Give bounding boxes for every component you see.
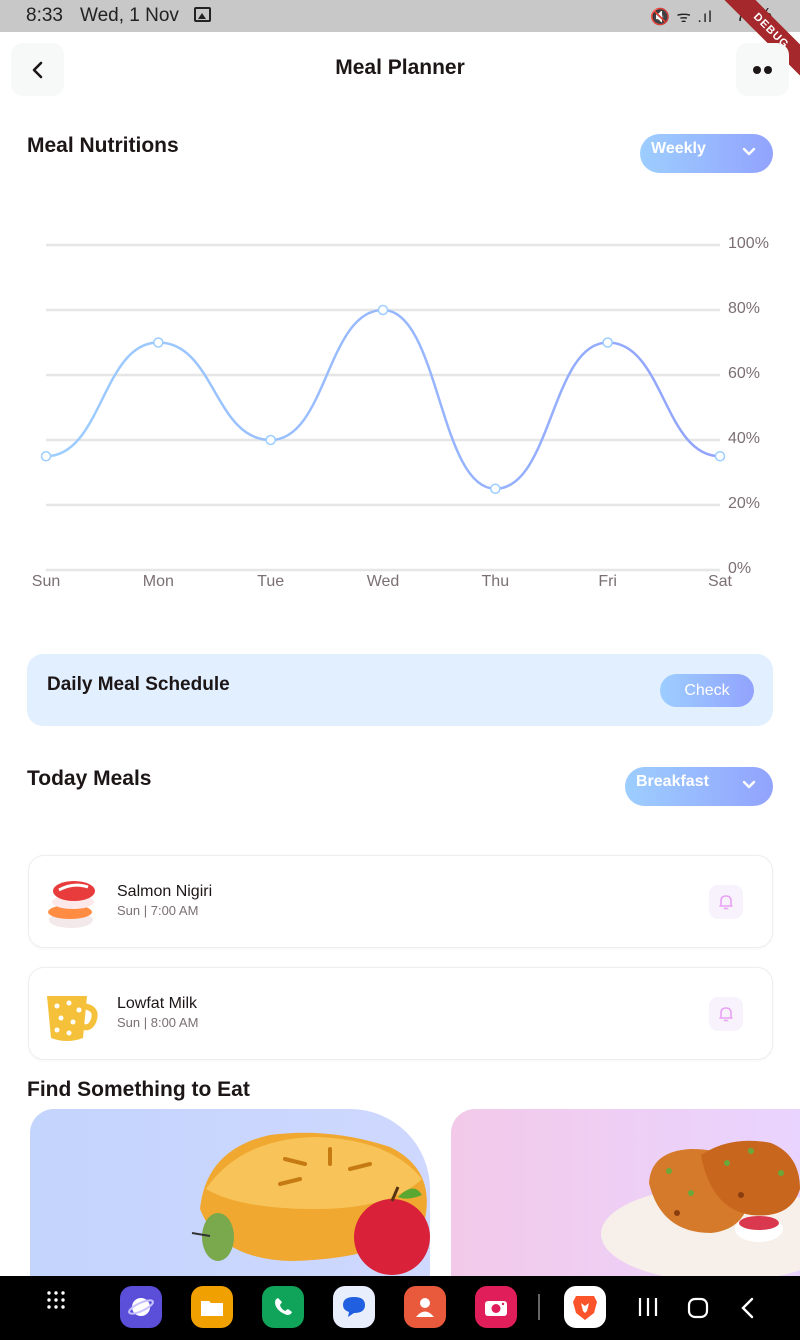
meal-time: Sun | 8:00 AM xyxy=(117,1015,199,1030)
toast-plate-image xyxy=(601,1140,800,1279)
meal-row[interactable]: Salmon Nigiri Sun | 7:00 AM xyxy=(28,855,773,948)
grid-dots-icon xyxy=(47,1291,65,1309)
notify-button[interactable] xyxy=(709,885,743,919)
chart-data-point xyxy=(602,337,613,348)
lion-shield-icon xyxy=(573,1296,597,1320)
find-title: Find Something to Eat xyxy=(27,1078,250,1101)
meal-row[interactable]: Lowfat Milk Sun | 8:00 AM xyxy=(28,967,773,1060)
chart-data-point xyxy=(40,451,52,462)
camera-icon xyxy=(485,1301,507,1316)
signal-icons: 🔇 ᯤ .ıl xyxy=(650,9,713,26)
person-icon xyxy=(416,1298,434,1317)
nutrition-title: Meal Nutritions xyxy=(27,134,179,157)
status-bar: 8:33 Wed, 1 Nov 🔇 ᯤ .ıl 79% DEBUG xyxy=(0,0,800,85)
chart-y-tick-label: 40% xyxy=(728,430,760,447)
phone-icon xyxy=(275,1298,292,1315)
system-back-button[interactable] xyxy=(738,1296,758,1326)
salmon-nigiri-image xyxy=(48,881,95,928)
meal-type-dropdown[interactable]: Breakfast xyxy=(625,767,773,806)
chevron-down-icon xyxy=(742,147,756,156)
files-app-icon[interactable] xyxy=(191,1286,233,1328)
system-navigation-bar xyxy=(0,1276,800,1340)
meal-name: Salmon Nigiri xyxy=(117,883,213,900)
schedule-title: Daily Meal Schedule xyxy=(47,674,230,695)
today-meals-title: Today Meals xyxy=(27,767,152,790)
camera-app-icon[interactable] xyxy=(475,1286,517,1328)
daily-meal-schedule-card: Daily Meal Schedule Check xyxy=(27,654,773,726)
home-icon xyxy=(687,1297,709,1319)
bell-icon xyxy=(719,1007,733,1022)
brave-browser-app-icon[interactable] xyxy=(564,1286,606,1328)
browser-app-icon[interactable] xyxy=(120,1286,162,1328)
nutrition-line-chart: 0%20%40%60%80%100%Sun Mon Tue Wed Thu Fri Sat xyxy=(32,235,769,590)
meal-time: Sun | 7:00 AM xyxy=(117,903,199,918)
messages-app-icon[interactable] xyxy=(333,1286,375,1328)
chart-data-point xyxy=(714,451,726,462)
chart-x-tick-label: Wed xyxy=(367,573,400,590)
food-category-card[interactable] xyxy=(30,1109,430,1279)
chart-y-tick-label: 20% xyxy=(728,495,760,512)
chart-data-point xyxy=(265,434,276,446)
lowfat-milk-image xyxy=(47,996,98,1041)
recent-apps-icon xyxy=(638,1298,658,1316)
planet-icon xyxy=(128,1298,154,1316)
chart-x-tick-label: Sat xyxy=(708,573,733,590)
chart-x-tick-label: Tue xyxy=(257,573,284,590)
more-options-button[interactable] xyxy=(736,43,789,96)
food-category-card[interactable] xyxy=(451,1109,800,1279)
chat-bubble-icon xyxy=(343,1297,365,1317)
chart-y-tick-label: 60% xyxy=(728,365,760,382)
chart-x-tick-label: Fri xyxy=(598,573,617,590)
meal-type-dropdown-label: Breakfast xyxy=(636,773,709,790)
chart-x-tick-label: Sun xyxy=(32,573,60,590)
recent-apps-button[interactable] xyxy=(637,1296,659,1324)
chart-data-point xyxy=(377,304,389,316)
chart-data-point xyxy=(153,337,164,348)
check-button[interactable]: Check xyxy=(660,674,754,707)
status-time: 8:33 xyxy=(26,5,63,26)
phone-app-icon[interactable] xyxy=(262,1286,304,1328)
pie-and-apple-image xyxy=(191,1132,430,1275)
chart-y-tick-label: 80% xyxy=(728,300,760,317)
more-dots-icon xyxy=(752,65,772,74)
period-dropdown[interactable]: Weekly xyxy=(640,134,773,173)
folder-icon xyxy=(201,1301,223,1316)
home-button[interactable] xyxy=(686,1296,710,1326)
chart-x-tick-label: Thu xyxy=(482,573,510,590)
status-date: Wed, 1 Nov xyxy=(80,5,179,26)
chart-data-point xyxy=(490,483,501,494)
gallery-notification-icon xyxy=(194,7,211,22)
notify-button[interactable] xyxy=(709,997,743,1031)
dock-divider xyxy=(538,1294,540,1320)
period-dropdown-label: Weekly xyxy=(651,140,706,157)
chevron-down-icon xyxy=(742,780,756,789)
meal-name: Lowfat Milk xyxy=(117,995,198,1012)
app-drawer-button[interactable] xyxy=(46,1290,66,1316)
contacts-app-icon[interactable] xyxy=(404,1286,446,1328)
chevron-left-icon xyxy=(741,1297,754,1319)
chart-x-tick-label: Mon xyxy=(143,573,174,590)
chart-series-line xyxy=(45,308,721,491)
bell-icon xyxy=(719,895,733,910)
page-title: Meal Planner xyxy=(335,56,465,79)
chart-y-tick-label: 100% xyxy=(728,235,769,252)
